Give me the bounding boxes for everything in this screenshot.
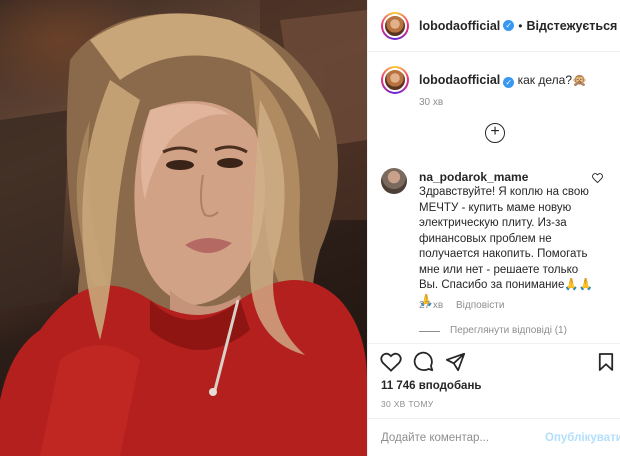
post-time-ago[interactable]: 30 ХВ ТОМУ xyxy=(381,399,433,409)
comment-text: Здравствуйте! Я коплю на свою МЕЧТУ - ку… xyxy=(419,186,593,307)
commenter-avatar[interactable] xyxy=(381,168,407,194)
post-header: lobodaofficial ✓ • Відстежується xyxy=(368,0,620,52)
actions-divider xyxy=(368,343,620,344)
avatar-image xyxy=(383,13,407,38)
avatar-image xyxy=(383,68,407,92)
commenter-username[interactable]: na_podarok_mame xyxy=(419,170,528,184)
share-icon[interactable] xyxy=(445,352,466,372)
likes-count[interactable]: 11 746 вподобань xyxy=(381,380,481,392)
caption-avatar[interactable] xyxy=(381,66,409,94)
caption-username[interactable]: lobodaofficial xyxy=(419,73,500,87)
caption-text: как дела?🙊 xyxy=(517,72,587,87)
verified-badge-icon: ✓ xyxy=(503,76,515,88)
header-separator: • xyxy=(518,18,523,33)
comment-like-heart-icon[interactable] xyxy=(592,173,603,183)
following-button[interactable]: Відстежується xyxy=(526,19,617,33)
author-username[interactable]: lobodaofficial xyxy=(419,19,500,33)
caption-text-wrap: lobodaofficial ✓ как дела?🙊 xyxy=(419,73,587,88)
publish-button[interactable]: Опублікувати xyxy=(545,432,620,444)
photo-illustration xyxy=(0,0,367,456)
add-comment-input[interactable] xyxy=(381,428,541,448)
bookmark-icon[interactable] xyxy=(598,352,614,372)
comment-time[interactable]: 27 хв xyxy=(419,300,443,311)
comment-icon[interactable] xyxy=(413,351,434,372)
author-avatar[interactable] xyxy=(381,11,409,40)
reply-button[interactable]: Відповісти xyxy=(456,300,504,311)
comment-meta: 27 хв Відповісти xyxy=(419,300,504,311)
add-comment-divider xyxy=(368,418,620,419)
heart-icon[interactable] xyxy=(380,352,402,372)
plus-circle-icon: + xyxy=(490,123,500,140)
post-photo[interactable] xyxy=(0,0,367,456)
load-more-comments-button[interactable]: + xyxy=(485,123,505,143)
view-replies-button[interactable]: Переглянути відповіді (1) xyxy=(450,325,567,336)
replies-divider xyxy=(419,331,440,332)
caption: lobodaofficial ✓ как дела?🙊 xyxy=(381,66,587,94)
post-side-panel: lobodaofficial ✓ • Відстежується lobodao… xyxy=(367,0,620,456)
caption-time[interactable]: 30 хв xyxy=(419,97,443,108)
verified-badge-icon: ✓ xyxy=(503,20,515,31)
